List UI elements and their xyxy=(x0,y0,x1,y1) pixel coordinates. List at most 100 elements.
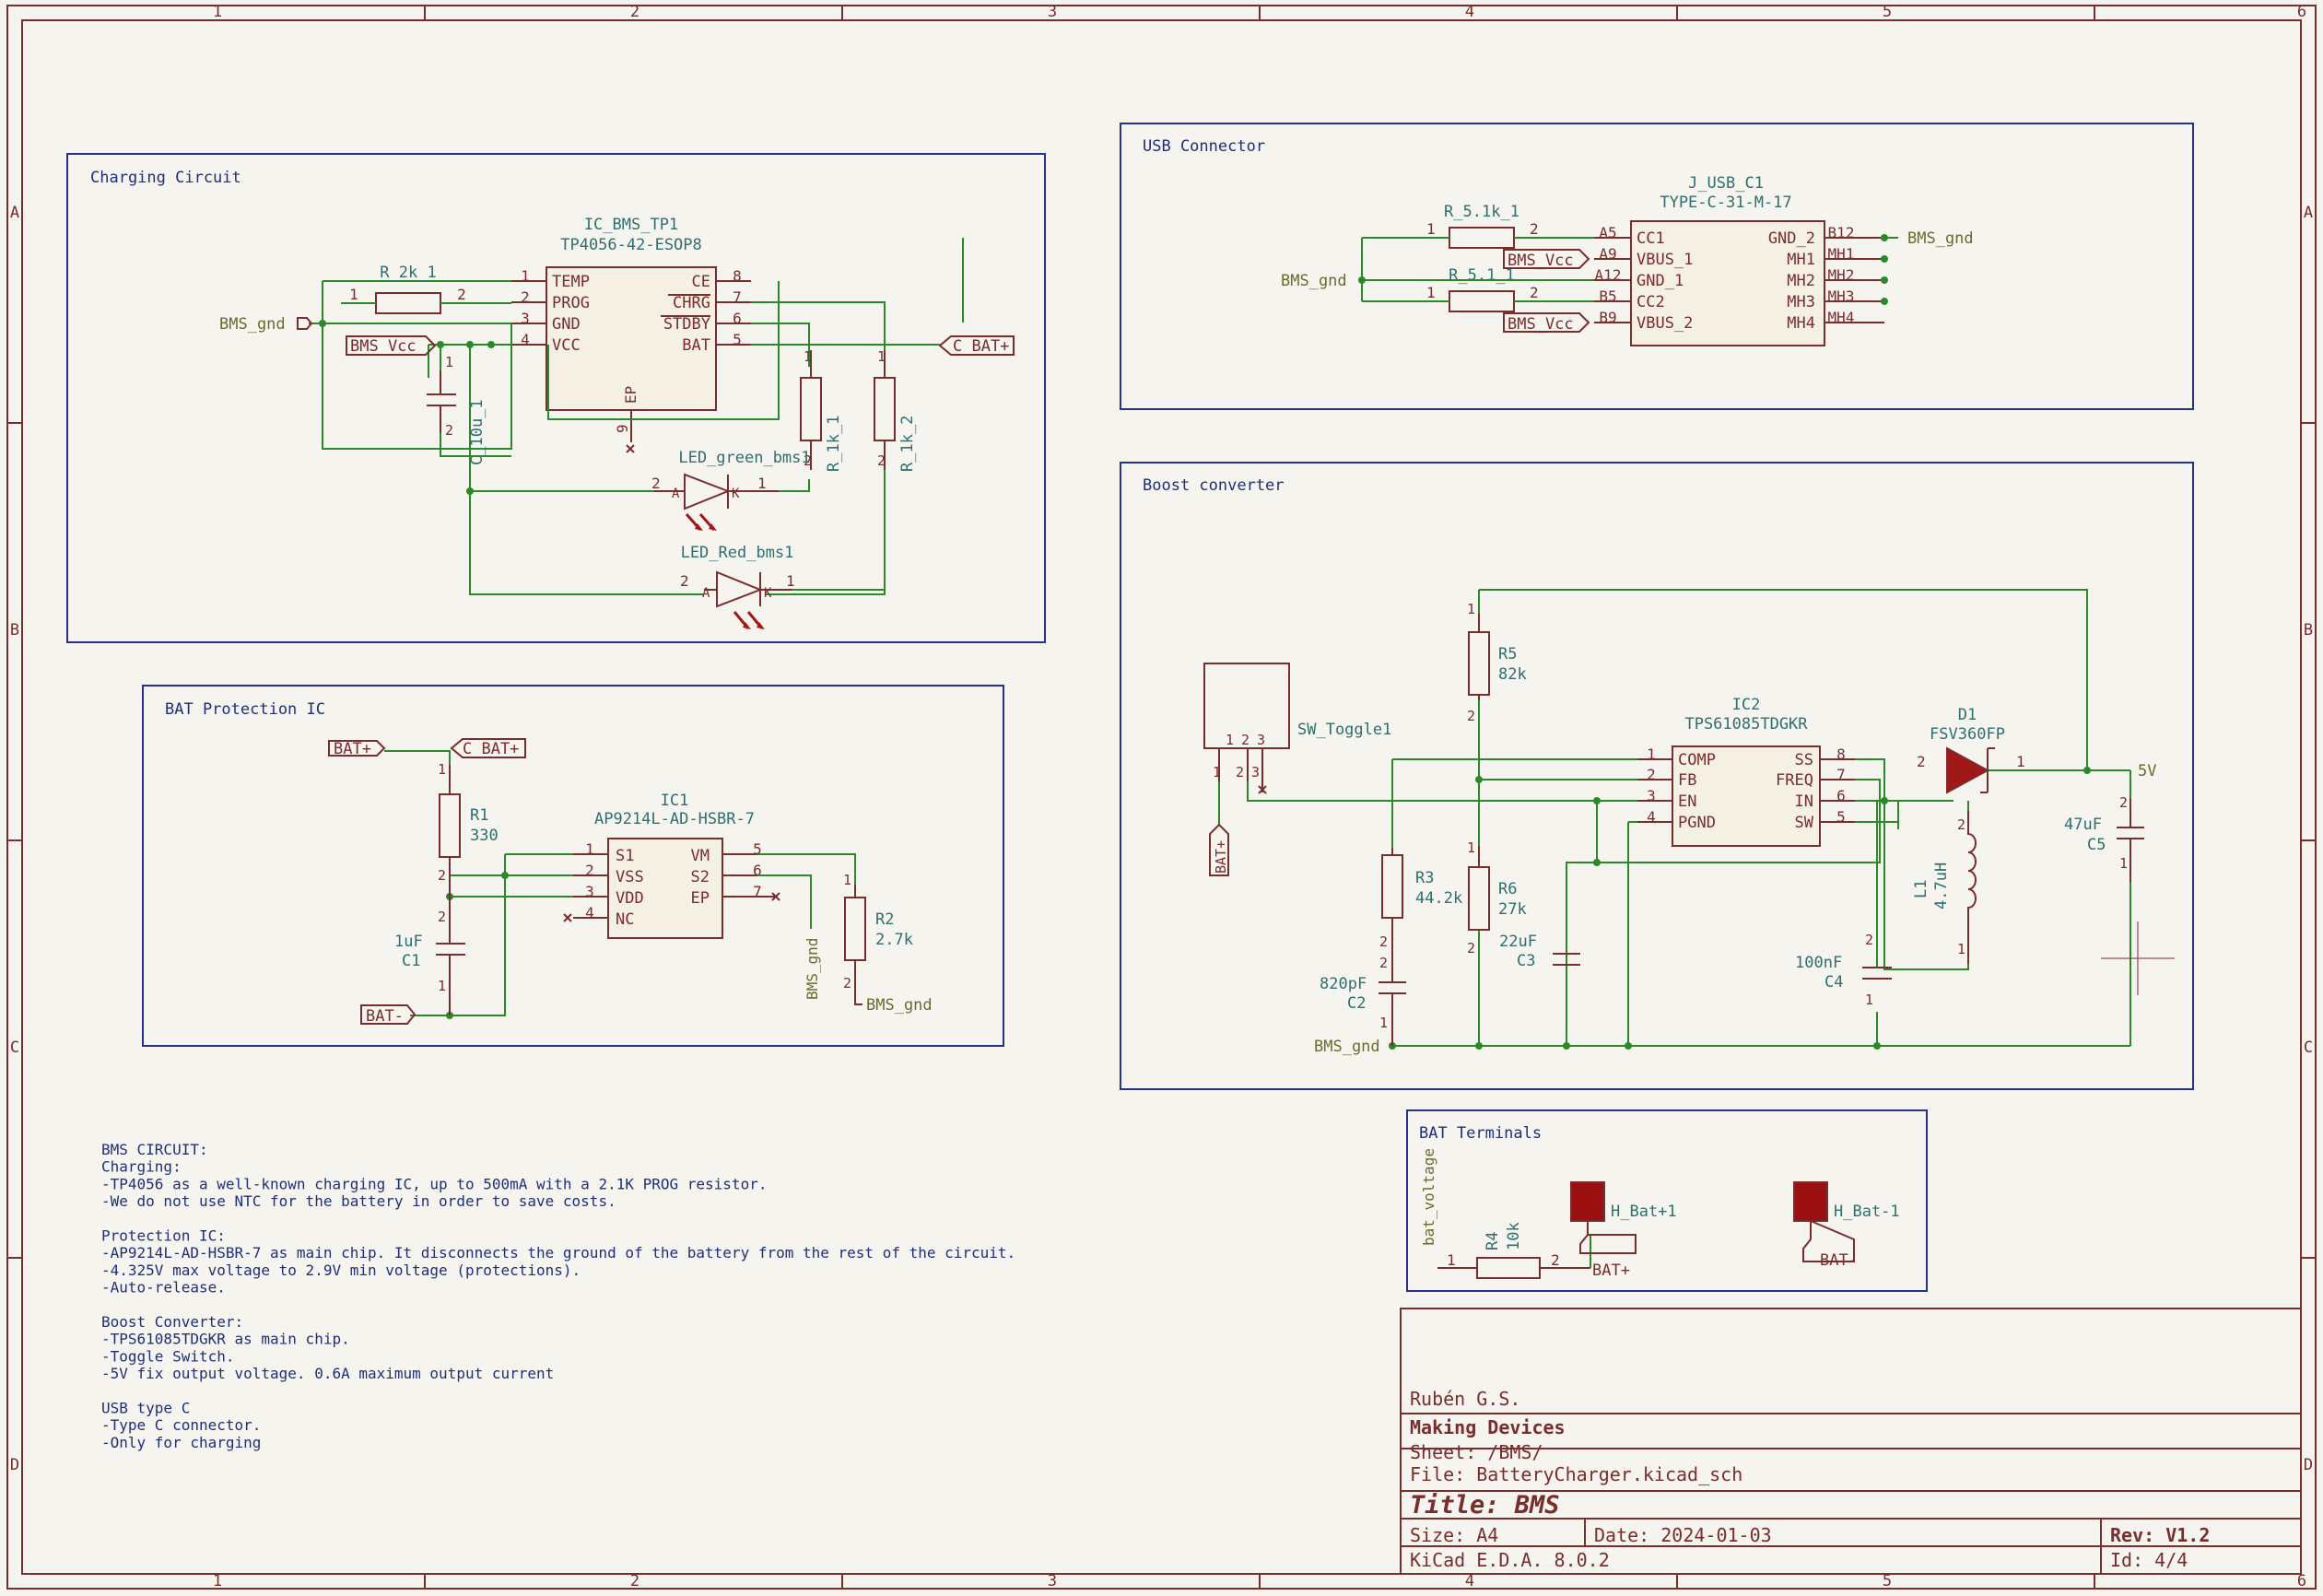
protection-c1-ref: C1 xyxy=(402,952,420,970)
charging-ep-name: EP xyxy=(622,386,639,404)
boost-r3-value: 44.2k xyxy=(1415,889,1462,908)
boost-r5-value: 82k xyxy=(1498,665,1527,684)
svg-text:1: 1 xyxy=(445,354,453,370)
boost-l1-value: 4.7uH xyxy=(1932,863,1951,909)
boost-r6-ref: R6 xyxy=(1498,880,1517,898)
frame-col-label: 1 xyxy=(213,3,222,21)
charging-bat-label: C_BAT+ xyxy=(953,337,1009,356)
svg-text:K: K xyxy=(732,487,740,501)
svg-text:2: 2 xyxy=(1957,816,1965,833)
boost-pin-name: FREQ xyxy=(1776,771,1813,790)
terminals-block-title: BAT Terminals xyxy=(1419,1124,1542,1143)
usb-pin-num: MH4 xyxy=(1828,309,1855,326)
usb-connector-value: TYPE-C-31-M-17 xyxy=(1660,194,1791,212)
charging-pin-num: 3 xyxy=(521,310,530,327)
terminal-pad-minus-ref: H_Bat-1 xyxy=(1834,1203,1900,1221)
terminals-r4 xyxy=(1476,1257,1541,1279)
svg-text:1: 1 xyxy=(2016,753,2025,770)
note-line: Protection IC: xyxy=(101,1227,226,1245)
charging-pin-num: 6 xyxy=(733,310,742,327)
terminals-bat-voltage: bat_voltage xyxy=(1420,1148,1437,1246)
svg-text:K: K xyxy=(764,586,772,601)
boost-pin-num: 6 xyxy=(1836,787,1846,804)
frame-col-label: 4 xyxy=(1465,3,1474,21)
boost-pin-num: 5 xyxy=(1836,808,1846,826)
toggle-switch[interactable]: SW_Toggle1 1 2 3 1 2 3 xyxy=(1203,663,1391,794)
protection-pin-name: VM xyxy=(691,847,710,865)
frame-row-label: A xyxy=(10,204,19,222)
boost-c5-value: 47uF xyxy=(2064,816,2102,834)
protection-pin-num: 2 xyxy=(585,862,594,879)
title-file: File: BatteryCharger.kicad_sch xyxy=(1410,1463,1742,1485)
svg-text:1: 1 xyxy=(757,475,767,492)
charging-pin-num: 2 xyxy=(521,288,530,306)
frame-col-label: 3 xyxy=(1048,1572,1057,1590)
boost-gnd-label: BMS_gnd xyxy=(1314,1038,1380,1056)
svg-text:2: 2 xyxy=(1467,708,1475,724)
svg-text:1: 1 xyxy=(1213,764,1221,780)
svg-text:1: 1 xyxy=(438,978,446,994)
svg-text:2: 2 xyxy=(877,452,886,469)
protection-pin-num: 6 xyxy=(753,862,762,879)
boost-c4-value: 100nF xyxy=(1795,954,1842,972)
svg-text:2: 2 xyxy=(1379,955,1388,971)
protection-gnd-label-vert: BMS_gnd xyxy=(804,938,821,1000)
boost-c3-ref: C3 xyxy=(1517,952,1535,970)
protection-pin-name: NC xyxy=(616,910,634,929)
usb-block-title: USB Connector xyxy=(1143,137,1265,156)
charging-pin-name: STDBY xyxy=(663,315,710,334)
boost-block-title: Boost converter xyxy=(1143,476,1285,495)
protection-r1-ref: R1 xyxy=(470,806,488,825)
svg-text:2: 2 xyxy=(1530,220,1539,238)
protection-bat-plus-label: BAT+ xyxy=(334,740,371,758)
protection-pin-num: 5 xyxy=(753,840,762,858)
led-red: LED_Red_bms1 2 1 A K xyxy=(680,544,795,629)
boost-d1-ref: D1 xyxy=(1958,706,1977,724)
usb-pin-num: A9 xyxy=(1599,245,1616,263)
led-resistor-2 xyxy=(874,377,896,441)
usb-cc1-resistor-ref: R_5.1k_1 xyxy=(1444,203,1519,221)
usb-gnd-label-right: BMS_gnd xyxy=(1907,229,1974,248)
note-line: -5V fix output voltage. 0.6A maximum out… xyxy=(101,1365,554,1382)
title-id: Id: 4/4 xyxy=(2110,1549,2188,1571)
title-author: Rubén G.S. xyxy=(1410,1388,1520,1410)
boost-pin-name: EN xyxy=(1678,792,1696,811)
usb-pin-num: B5 xyxy=(1599,288,1616,305)
svg-text:1: 1 xyxy=(438,761,446,778)
note-line: -Type C connector. xyxy=(101,1416,261,1434)
terminal-pad-minus xyxy=(1793,1181,1828,1222)
boost-5v-label: 5V xyxy=(2138,762,2156,780)
protection-pin-name: EP xyxy=(691,889,710,908)
note-line: -Toggle Switch. xyxy=(101,1347,235,1365)
frame-row-label: C xyxy=(2304,1039,2313,1057)
usb-gnd-label-left: BMS_gnd xyxy=(1281,272,1347,290)
svg-text:2: 2 xyxy=(1917,753,1926,770)
charging-ic-value: TP4056-42-ESOP8 xyxy=(560,236,702,254)
svg-text:1: 1 xyxy=(1865,992,1873,1008)
led-red-ref: LED_Red_bms1 xyxy=(681,544,794,562)
toggle-switch-ref: SW_Toggle1 xyxy=(1297,721,1391,739)
protection-r2-ref: R2 xyxy=(875,910,894,929)
svg-text:1: 1 xyxy=(1426,284,1436,301)
frame-col-label: 5 xyxy=(1883,3,1892,21)
usb-pin-name: VBUS_2 xyxy=(1637,314,1693,333)
usb-pin-num: B9 xyxy=(1599,309,1616,326)
note-line: -4.325V max voltage to 2.9V min voltage … xyxy=(101,1262,581,1279)
charging-ep-num: 9 xyxy=(614,424,631,433)
boost-pin-num: 4 xyxy=(1647,808,1656,826)
protection-pin-name: VSS xyxy=(616,868,644,886)
usb-pin-name: MH3 xyxy=(1787,293,1815,311)
frame-row-label: D xyxy=(10,1456,19,1474)
inner-frame xyxy=(21,19,2302,1575)
protection-pin-num: 7 xyxy=(753,883,762,900)
frame-col-label: 1 xyxy=(213,1572,222,1590)
charging-prog-resistor xyxy=(375,292,441,314)
svg-text:1: 1 xyxy=(1226,732,1234,748)
usb-pin-name: MH2 xyxy=(1787,272,1815,290)
usb-vcc-label-2: BMS_Vcc xyxy=(1508,315,1574,334)
frame-row-label: C xyxy=(10,1039,19,1057)
charging-capacitor-ref: C_10u_1 xyxy=(468,399,487,465)
frame-col-label: 2 xyxy=(630,1572,639,1590)
protection-bat-minus-label: BAT- xyxy=(366,1007,404,1026)
usb-pin-num: A5 xyxy=(1599,224,1616,241)
